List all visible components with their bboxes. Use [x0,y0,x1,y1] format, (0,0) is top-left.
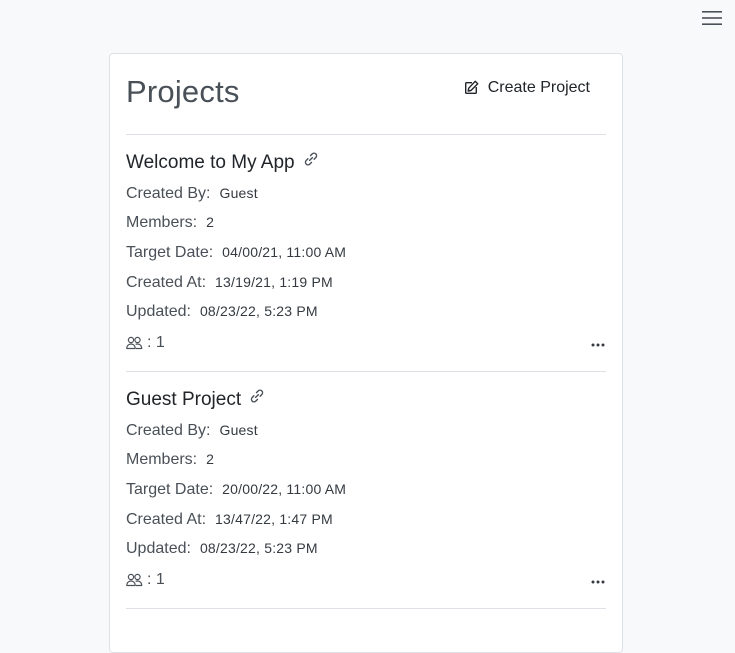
hamburger-menu-icon[interactable] [701,9,723,27]
updated-label: Updated: [126,540,191,557]
target-date-value: 20/00/22, 11:00 AM [222,481,347,497]
people-icon [126,336,143,350]
people-icon [126,573,143,587]
created-at-label: Created At: [126,511,207,528]
link-icon[interactable] [303,151,319,172]
target-date-field: Target Date: 04/00/21, 11:00 AM [126,244,346,266]
project-title-row: Guest Project [126,388,265,412]
target-date-label: Target Date: [126,481,214,498]
members-value: 2 [206,214,215,230]
members-label: Members: [126,214,198,231]
more-options-button[interactable] [590,335,606,351]
created-at-value: 13/19/21, 1:19 PM [215,274,333,290]
created-by-label: Created By: [126,185,211,202]
project-divider [126,371,606,372]
members-field: Members: 2 [126,214,214,236]
project-title[interactable]: Welcome to My App [126,152,295,174]
members-label: Members: [126,451,198,468]
project-divider [126,608,606,609]
ellipsis-icon [591,334,605,352]
create-project-button[interactable]: Create Project [463,76,590,100]
project-title[interactable]: Guest Project [126,389,241,411]
project-title-row: Welcome to My App [126,151,319,175]
members-field: Members: 2 [126,451,214,473]
created-by-value: Guest [219,422,258,438]
edit-square-icon [463,80,479,96]
updated-label: Updated: [126,303,191,320]
create-project-label: Create Project [487,79,590,96]
link-icon[interactable] [249,388,265,409]
updated-field: Updated: 08/23/22, 5:23 PM [126,540,318,562]
groups-count: : 1 [147,571,165,588]
updated-field: Updated: 08/23/22, 5:23 PM [126,303,318,325]
created-by-field: Created By: Guest [126,185,258,207]
updated-value: 08/23/22, 5:23 PM [199,540,318,556]
created-at-label: Created At: [126,274,207,291]
created-at-field: Created At: 13/47/22, 1:47 PM [126,511,333,533]
created-by-field: Created By: Guest [126,422,258,444]
page-title: Projects [126,74,240,109]
groups-count-row: : 1 [126,332,165,354]
header-divider [126,134,606,135]
target-date-field: Target Date: 20/00/22, 11:00 AM [126,481,346,503]
created-at-field: Created At: 13/19/21, 1:19 PM [126,274,333,296]
target-date-value: 04/00/21, 11:00 AM [222,244,347,260]
created-at-value: 13/47/22, 1:47 PM [215,511,333,527]
created-by-label: Created By: [126,422,211,439]
updated-value: 08/23/22, 5:23 PM [199,303,318,319]
more-options-button[interactable] [590,572,606,588]
projects-card: Projects Create Project Welcome to My Ap… [109,53,623,653]
created-by-value: Guest [219,185,258,201]
members-value: 2 [206,451,215,467]
ellipsis-icon [591,571,605,589]
groups-count-row: : 1 [126,569,165,591]
groups-count: : 1 [147,334,165,351]
target-date-label: Target Date: [126,244,214,261]
